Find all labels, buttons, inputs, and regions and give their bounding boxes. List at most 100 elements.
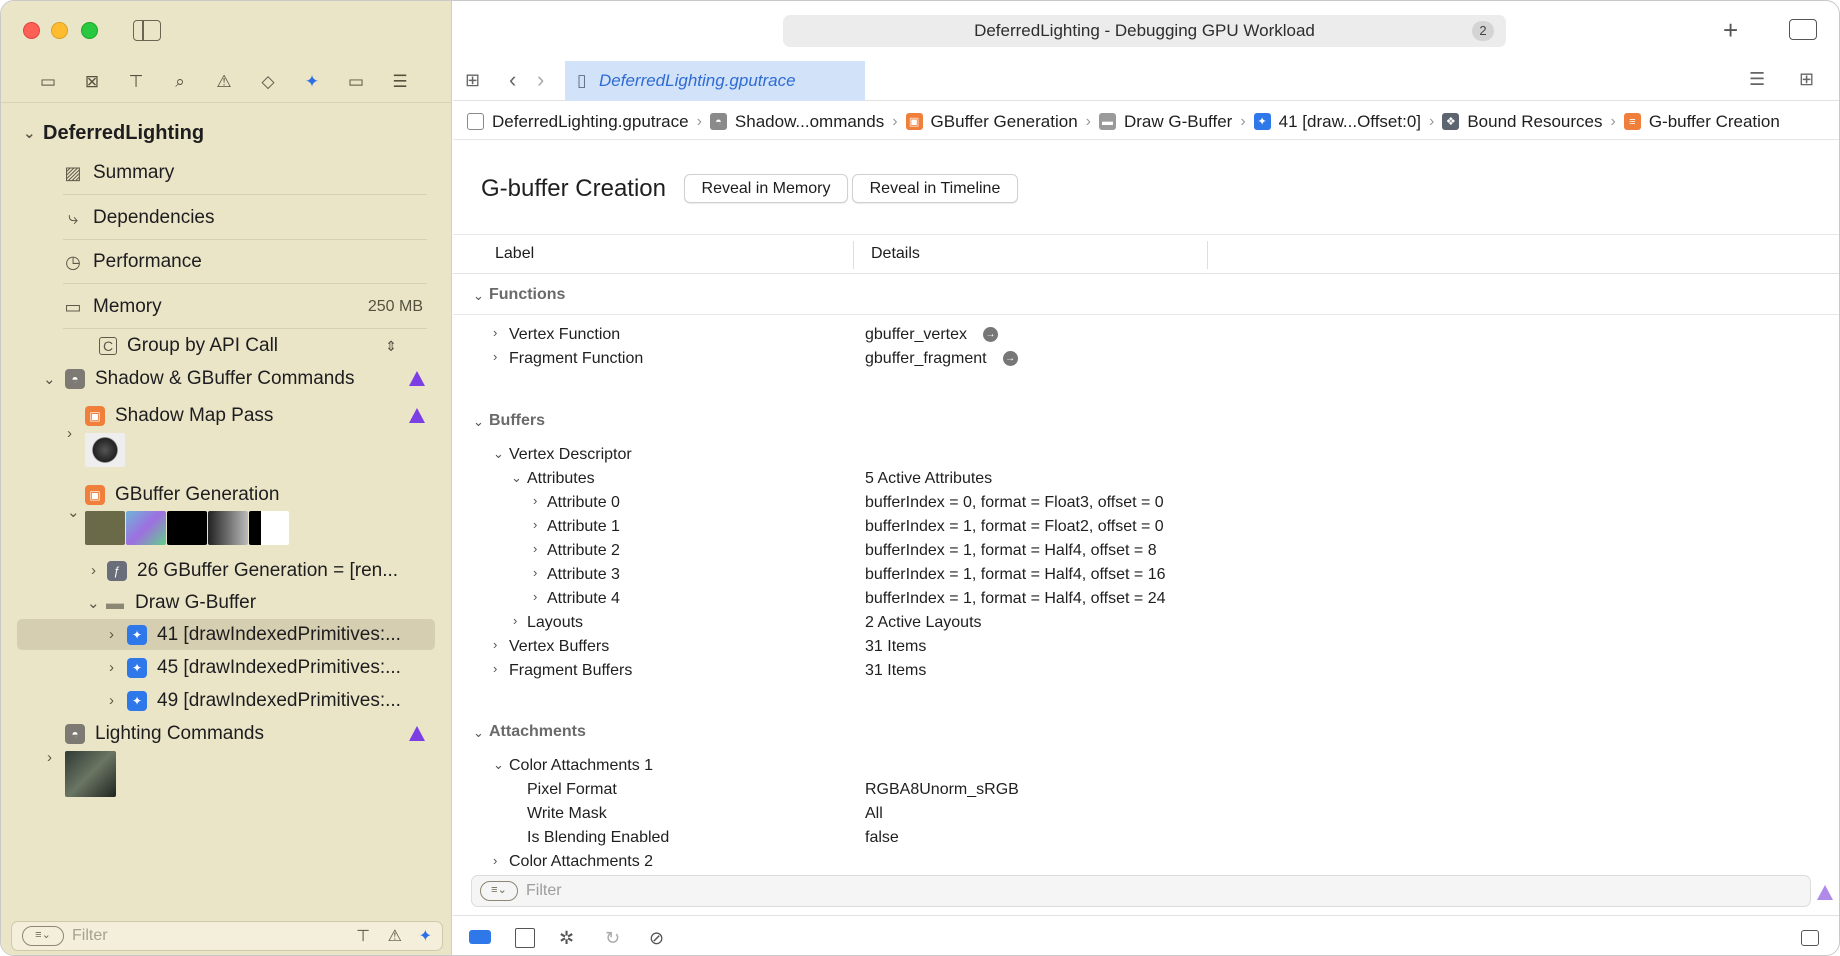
- issue-warning-icon[interactable]: ⚠: [211, 69, 237, 95]
- editor-filter-field[interactable]: ≡⌄ Filter: [471, 875, 1811, 907]
- mask-thumbnail[interactable]: [249, 511, 289, 545]
- chevron-right-icon[interactable]: ›: [67, 425, 72, 442]
- chevron-right-icon[interactable]: ›: [493, 661, 497, 676]
- bug-icon[interactable]: ✲: [559, 928, 574, 949]
- crumb-4[interactable]: ✦ 41 [draw...Offset:0]: [1253, 112, 1421, 132]
- prop-attributes[interactable]: Attributes: [527, 470, 595, 488]
- prop-color-attachments-1[interactable]: Color Attachments 1: [509, 757, 653, 775]
- editor-options-icon[interactable]: ☰: [1749, 69, 1765, 90]
- warning-icon[interactable]: [409, 726, 425, 741]
- close-window-button[interactable]: [23, 22, 40, 39]
- tree-shadow-gbuffer[interactable]: ⌄ ◓ Shadow & GBuffer Commands: [43, 364, 354, 394]
- symbol-hierarchy-icon[interactable]: ⊤: [123, 69, 149, 95]
- tab-gputrace[interactable]: ▯ DeferredLighting.gputrace: [565, 61, 865, 101]
- chevron-down-icon[interactable]: ⌄: [511, 470, 522, 486]
- lighting-thumbnail[interactable]: [65, 751, 116, 797]
- prop-attribute-3[interactable]: Attribute 3: [547, 566, 620, 584]
- forward-icon[interactable]: ›: [537, 67, 544, 93]
- folder-icon[interactable]: ▭: [35, 69, 61, 95]
- chevron-right-icon[interactable]: ›: [91, 562, 96, 579]
- chevron-right-icon[interactable]: ›: [533, 565, 537, 580]
- filter-options-icon[interactable]: ≡⌄: [22, 926, 64, 946]
- prop-layouts[interactable]: Layouts: [527, 614, 583, 632]
- tree-draw-45[interactable]: › ✦ 45 [drawIndexedPrimitives:...: [109, 653, 401, 683]
- go-to-arrow-icon[interactable]: →: [983, 327, 998, 343]
- hierarchy-filter-icon[interactable]: ⊤: [356, 926, 370, 946]
- back-icon[interactable]: ‹: [509, 67, 516, 93]
- panel-toggle-icon[interactable]: [1801, 930, 1819, 946]
- chevron-right-icon[interactable]: ›: [533, 517, 537, 532]
- chevron-right-icon[interactable]: ›: [493, 853, 497, 868]
- section-attachments[interactable]: Attachments: [489, 723, 586, 741]
- chevron-down-icon[interactable]: ⌄: [473, 414, 484, 430]
- minimize-window-button[interactable]: [51, 22, 68, 39]
- prop-fragment-buffers[interactable]: Fragment Buffers: [509, 662, 632, 680]
- tree-root[interactable]: ⌄ DeferredLighting: [23, 118, 204, 148]
- sidebar-toggle-icon[interactable]: [133, 20, 161, 41]
- prop-vertex-buffers[interactable]: Vertex Buffers: [509, 638, 609, 656]
- warning-icon[interactable]: [409, 371, 425, 386]
- chevron-down-icon[interactable]: ⌄: [43, 370, 56, 388]
- chevron-right-icon[interactable]: ›: [513, 613, 517, 628]
- chevron-right-icon[interactable]: ›: [493, 325, 497, 340]
- section-functions[interactable]: Functions: [489, 286, 565, 304]
- prop-color-attachments-2[interactable]: Color Attachments 2: [509, 853, 653, 871]
- source-control-icon[interactable]: ⊠: [79, 69, 105, 95]
- chevron-down-icon[interactable]: ⌄: [493, 757, 504, 773]
- specular-thumbnail[interactable]: [208, 511, 248, 545]
- chevron-right-icon[interactable]: ›: [533, 541, 537, 556]
- tree-shadow-map-pass[interactable]: ▣ Shadow Map Pass: [85, 401, 273, 431]
- section-buffers[interactable]: Buffers: [489, 412, 545, 430]
- chevron-down-icon[interactable]: ⌄: [493, 446, 504, 462]
- find-icon[interactable]: ⌕: [167, 69, 193, 95]
- chevron-right-icon[interactable]: ›: [47, 749, 52, 766]
- split-editor-icon[interactable]: ⊞: [1799, 69, 1814, 90]
- chevron-right-icon[interactable]: ›: [109, 659, 114, 676]
- grid-icon[interactable]: ⊞: [465, 70, 480, 91]
- prop-fragment-function[interactable]: Fragment Function: [509, 350, 643, 368]
- crumb-6[interactable]: ≡ G-buffer Creation: [1623, 112, 1780, 132]
- column-details[interactable]: Details: [871, 245, 920, 263]
- reveal-in-timeline-button[interactable]: Reveal in Timeline: [852, 174, 1018, 203]
- chevron-right-icon[interactable]: ›: [493, 349, 497, 364]
- test-diamond-icon[interactable]: ◇: [255, 69, 281, 95]
- prop-vertex-function[interactable]: Vertex Function: [509, 326, 620, 344]
- group-by-selector[interactable]: C Group by API Call ⇕: [99, 331, 397, 361]
- chevron-down-icon[interactable]: ⌄: [23, 124, 36, 142]
- breakpoint-icon[interactable]: ▭: [343, 69, 369, 95]
- stop-icon[interactable]: [515, 928, 535, 948]
- chevron-right-icon[interactable]: ›: [109, 626, 114, 643]
- depth-thumbnail[interactable]: [167, 511, 207, 545]
- tree-draw-49[interactable]: › ✦ 49 [drawIndexedPrimitives:...: [109, 686, 401, 716]
- sparkle-filter-icon[interactable]: ✦: [419, 926, 432, 946]
- warning-icon[interactable]: [1817, 885, 1833, 900]
- tree-gbuffer-generation[interactable]: ▣ GBuffer Generation: [85, 480, 279, 510]
- inspector-toggle-icon[interactable]: [1789, 19, 1817, 40]
- chevron-down-icon[interactable]: ⌄: [67, 503, 80, 521]
- nav-item-performance[interactable]: ◷ Performance: [63, 247, 202, 277]
- chevron-down-icon[interactable]: ⌄: [473, 288, 484, 304]
- warning-icon[interactable]: [409, 408, 425, 423]
- chevron-right-icon[interactable]: ›: [493, 637, 497, 652]
- reveal-in-memory-button[interactable]: Reveal in Memory: [684, 174, 848, 203]
- crumb-3[interactable]: ▬ Draw G-Buffer: [1098, 112, 1232, 132]
- nav-item-dependencies[interactable]: ⤷ Dependencies: [63, 203, 215, 233]
- crumb-2[interactable]: ▣ GBuffer Generation: [905, 112, 1078, 132]
- reload-icon[interactable]: ↻: [605, 928, 620, 949]
- crumb-0[interactable]: DeferredLighting.gputrace: [467, 112, 689, 132]
- normal-thumbnail[interactable]: [126, 511, 166, 545]
- tree-draw-41[interactable]: › ✦ 41 [drawIndexedPrimitives:...: [109, 620, 401, 650]
- prop-attribute-4[interactable]: Attribute 4: [547, 590, 620, 608]
- prop-attribute-0[interactable]: Attribute 0: [547, 494, 620, 512]
- sidebar-filter-field[interactable]: ≡⌄ Filter ⊤ ⚠ ✦: [11, 921, 443, 951]
- debug-gpu-icon[interactable]: ✦: [299, 69, 325, 95]
- nav-item-memory[interactable]: ▭ Memory 250 MB: [63, 292, 423, 322]
- add-icon[interactable]: +: [1723, 15, 1738, 46]
- chevron-right-icon[interactable]: ›: [109, 692, 114, 709]
- report-icon[interactable]: ☰: [387, 69, 413, 95]
- column-label[interactable]: Label: [495, 245, 534, 263]
- prop-attribute-2[interactable]: Attribute 2: [547, 542, 620, 560]
- warning-filter-icon[interactable]: ⚠: [388, 926, 402, 946]
- zoom-window-button[interactable]: [81, 22, 98, 39]
- chevron-down-icon[interactable]: ⌄: [87, 594, 100, 612]
